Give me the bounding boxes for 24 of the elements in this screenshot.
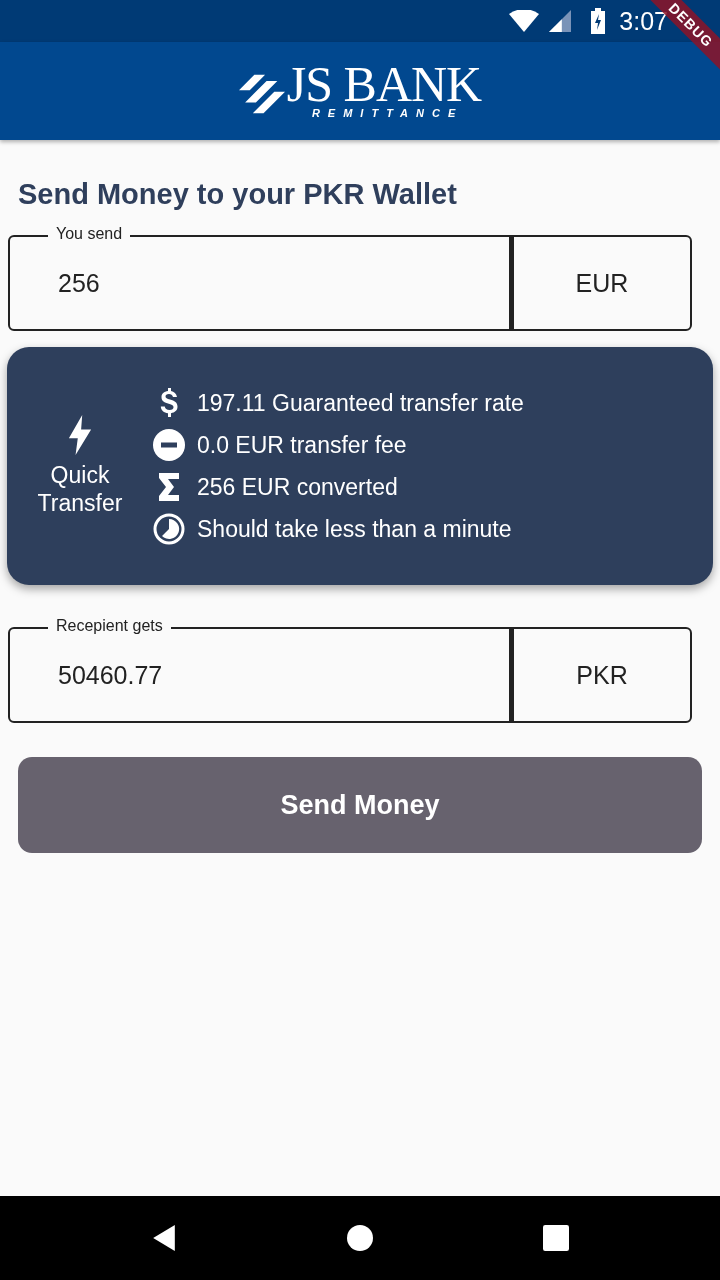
status-time: 3:07 — [619, 6, 668, 36]
lightning-icon — [68, 415, 92, 455]
field-label: Recepient gets — [48, 616, 171, 636]
signal-icon — [549, 10, 572, 32]
quote-detail: 197.11 Guaranteed transfer rate — [197, 389, 524, 417]
send-amount-field[interactable]: You send 256 — [8, 224, 511, 331]
quote-detail: 256 EUR converted — [197, 473, 398, 501]
currency-field[interactable]: PKR — [511, 627, 692, 723]
speed-label: Quick Transfer — [36, 461, 124, 517]
clock-icon — [153, 513, 185, 545]
currency-field[interactable]: EUR — [511, 235, 692, 331]
send-money-button[interactable]: Send Money — [18, 757, 702, 853]
logo-title: JS BANK — [286, 62, 482, 106]
receive-amount-field[interactable]: Recepient gets 50460.77 — [8, 616, 511, 723]
back-icon[interactable] — [151, 1225, 177, 1251]
logo-subtitle: REMITTANCE — [311, 106, 464, 120]
minus-circle-icon — [153, 429, 185, 461]
home-icon[interactable] — [347, 1225, 373, 1251]
logo-stripes-icon — [238, 74, 285, 114]
wifi-icon — [509, 10, 540, 32]
quote-detail: 0.0 EUR transfer fee — [197, 431, 407, 459]
quote-detail: Should take less than a minute — [197, 515, 512, 543]
battery-icon — [591, 8, 606, 34]
page-title: Send Money to your PKR Wallet — [18, 178, 458, 211]
